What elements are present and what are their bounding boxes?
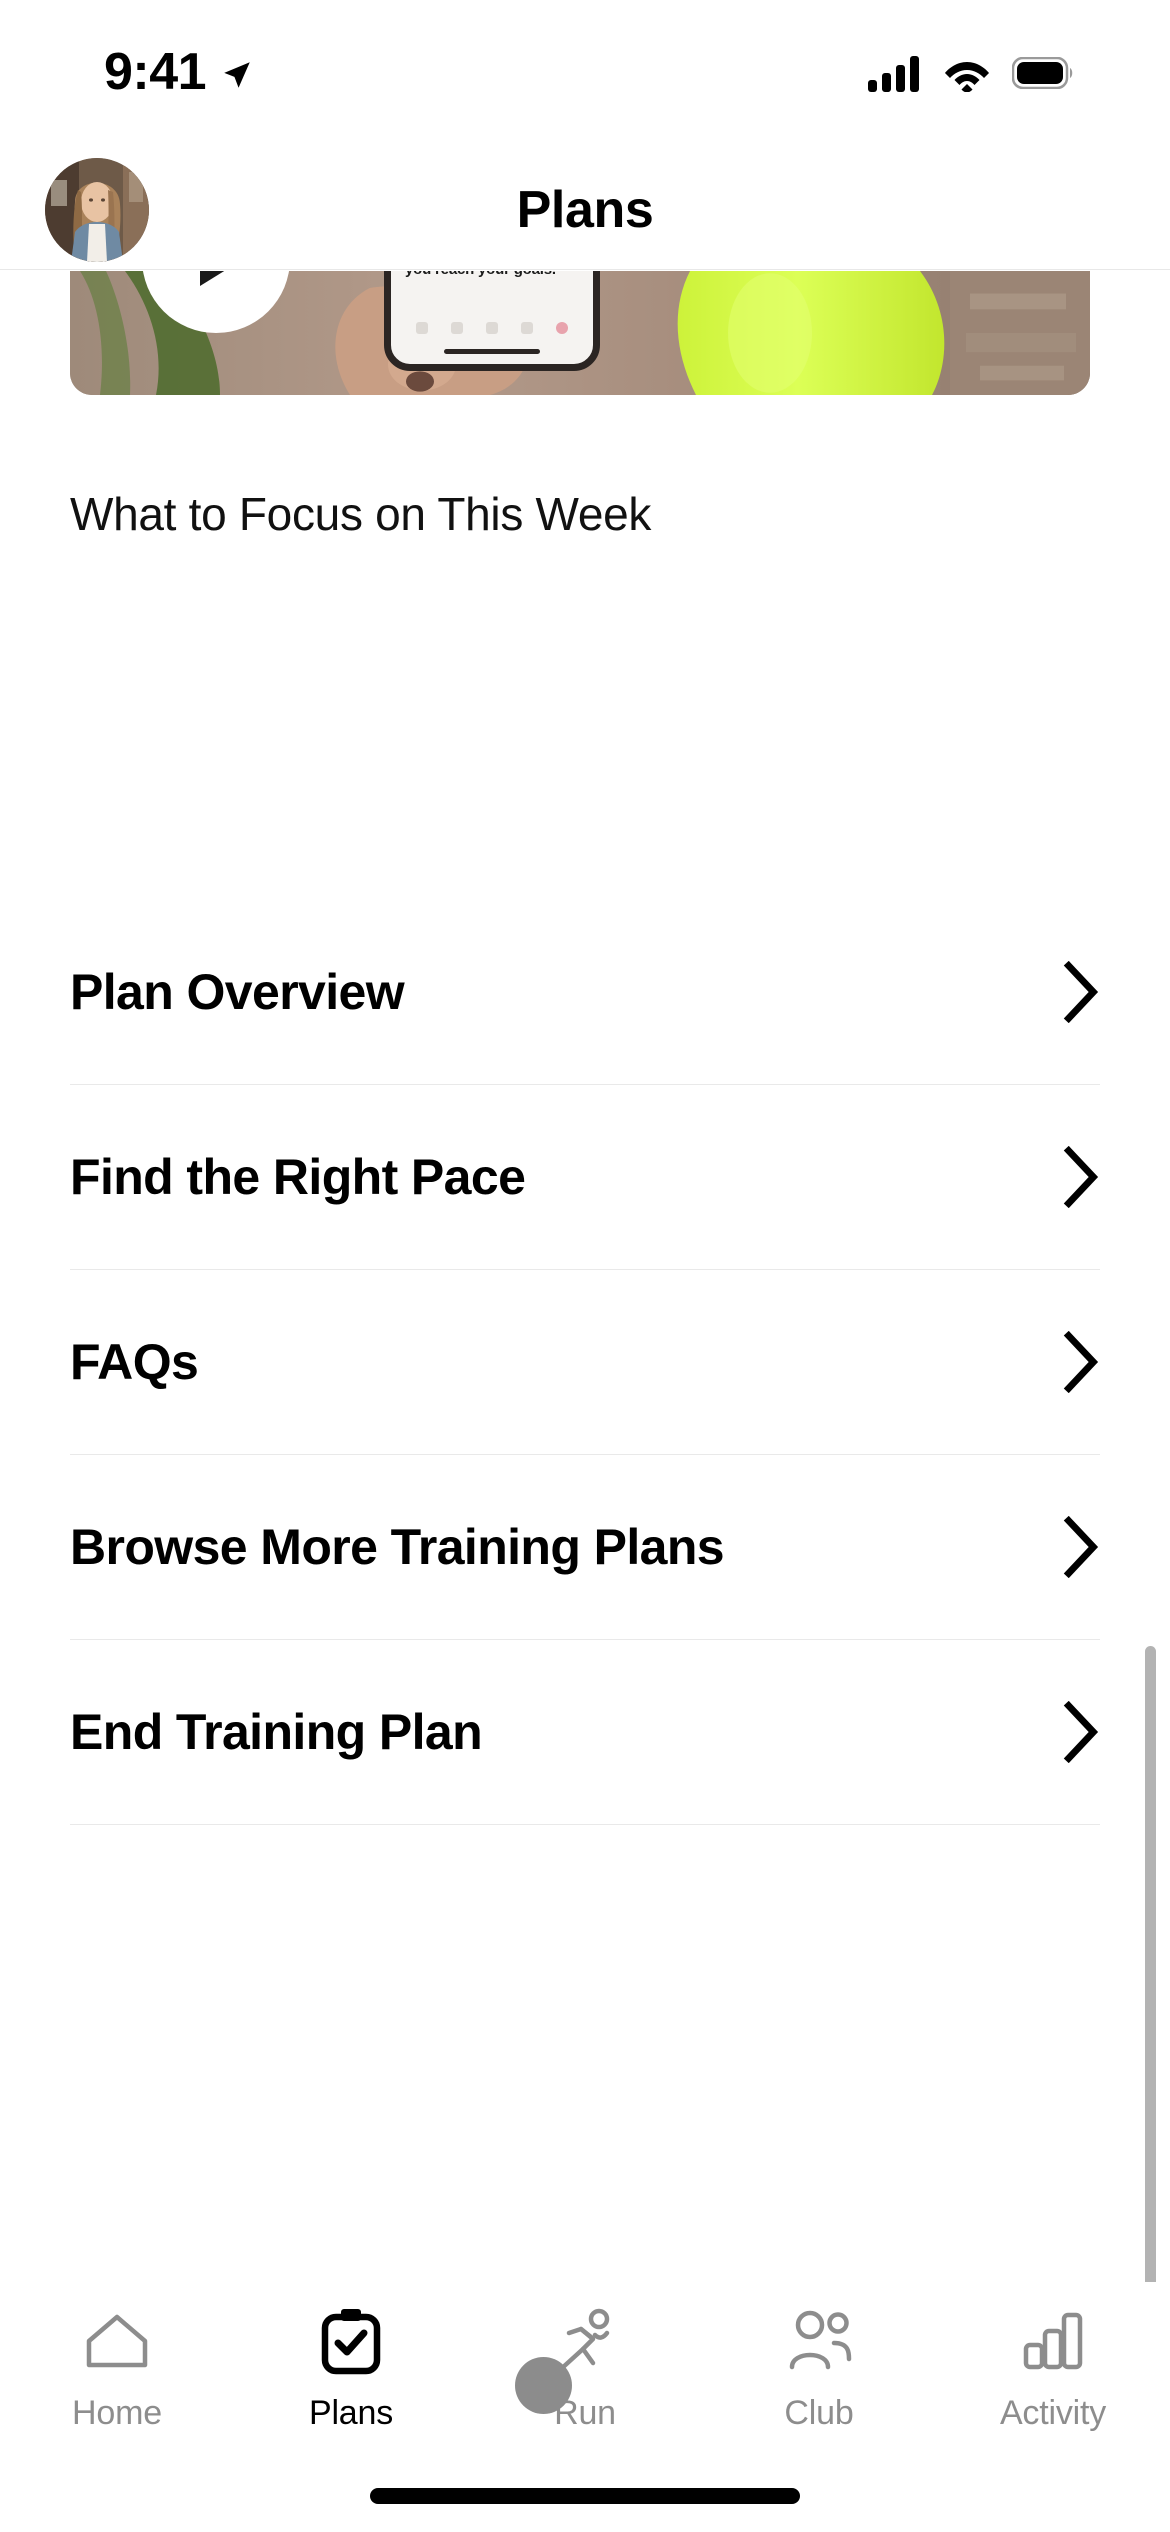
tab-label: Home	[72, 2394, 162, 2432]
menu-item-end-training-plan[interactable]: End Training Plan	[70, 1640, 1100, 1825]
wifi-icon	[945, 62, 989, 92]
toolbar-dot	[555, 322, 568, 334]
toolbar-dot	[416, 322, 429, 334]
chevron-right-icon	[1063, 1331, 1099, 1393]
vertical-scrollbar[interactable]	[1145, 1646, 1156, 2316]
avatar[interactable]	[45, 157, 149, 262]
tab-plans[interactable]: Plans	[234, 2304, 468, 2433]
clipboard-check-icon	[319, 2304, 383, 2378]
chevron-right-icon	[1063, 1701, 1099, 1763]
status-bar-right	[868, 54, 1074, 96]
bar-chart-icon	[1020, 2304, 1086, 2378]
chevron-right-icon	[1063, 961, 1099, 1023]
section-heading: What to Focus on This Week	[70, 488, 652, 540]
page-title: Plans	[516, 180, 654, 239]
people-icon	[781, 2304, 857, 2378]
status-bar-time: 9:41	[104, 43, 207, 101]
user-avatar-photo	[45, 157, 149, 262]
hero-phone-mockup: Nike training plans give you weekly coac…	[384, 271, 600, 371]
menu-item-faqs[interactable]: FAQs	[70, 1270, 1100, 1455]
toolbar-dot	[520, 322, 533, 334]
menu-list: Plan Overview Find the Right Pace FAQs B…	[0, 900, 1170, 1825]
menu-item-label: End Training Plan	[70, 1704, 483, 1760]
status-bar: 9:41	[0, 0, 1170, 150]
hero-phone-toolbar	[391, 322, 593, 334]
tab-home[interactable]: Home	[0, 2304, 234, 2433]
location-arrow-icon	[224, 62, 250, 88]
toolbar-dot	[485, 322, 498, 334]
menu-item-label: Find the Right Pace	[70, 1149, 526, 1205]
status-bar-left: 9:41	[104, 46, 254, 104]
hero-phone-copy: Nike training plans give you weekly coac…	[405, 271, 579, 281]
menu-item-label: Browse More Training Plans	[70, 1519, 725, 1575]
menu-item-browse-more-training-plans[interactable]: Browse More Training Plans	[70, 1455, 1100, 1640]
menu-item-find-the-right-pace[interactable]: Find the Right Pace	[70, 1085, 1100, 1270]
tab-label: Activity	[999, 2394, 1107, 2432]
menu-item-label: FAQs	[70, 1334, 199, 1390]
menu-item-label: Plan Overview	[70, 964, 405, 1020]
battery-full-icon	[1012, 57, 1073, 89]
chevron-right-icon	[1063, 1516, 1099, 1578]
play-triangle	[200, 271, 242, 286]
hero-phone-home-indicator	[444, 349, 540, 354]
home-icon	[81, 2304, 153, 2378]
home-indicator[interactable]	[370, 2488, 800, 2504]
tab-run[interactable]: Run	[468, 2304, 702, 2433]
touch-cursor-indicator	[515, 2357, 572, 2414]
toolbar-dot	[451, 322, 464, 334]
app-screen: 9:41 Plans What to Focus on This Week Pl…	[0, 0, 1170, 2532]
app-header: Plans	[0, 150, 1170, 270]
tab-label: Plans	[308, 2394, 394, 2432]
tab-activity[interactable]: Activity	[936, 2304, 1170, 2433]
tab-club[interactable]: Club	[702, 2304, 936, 2433]
hero-video-card[interactable]: Nike training plans give you weekly coac…	[70, 271, 1090, 395]
chevron-right-icon	[1063, 1146, 1099, 1208]
cellular-signal-icon	[868, 56, 919, 92]
menu-item-plan-overview[interactable]: Plan Overview	[70, 900, 1100, 1085]
tab-label: Club	[784, 2394, 854, 2432]
